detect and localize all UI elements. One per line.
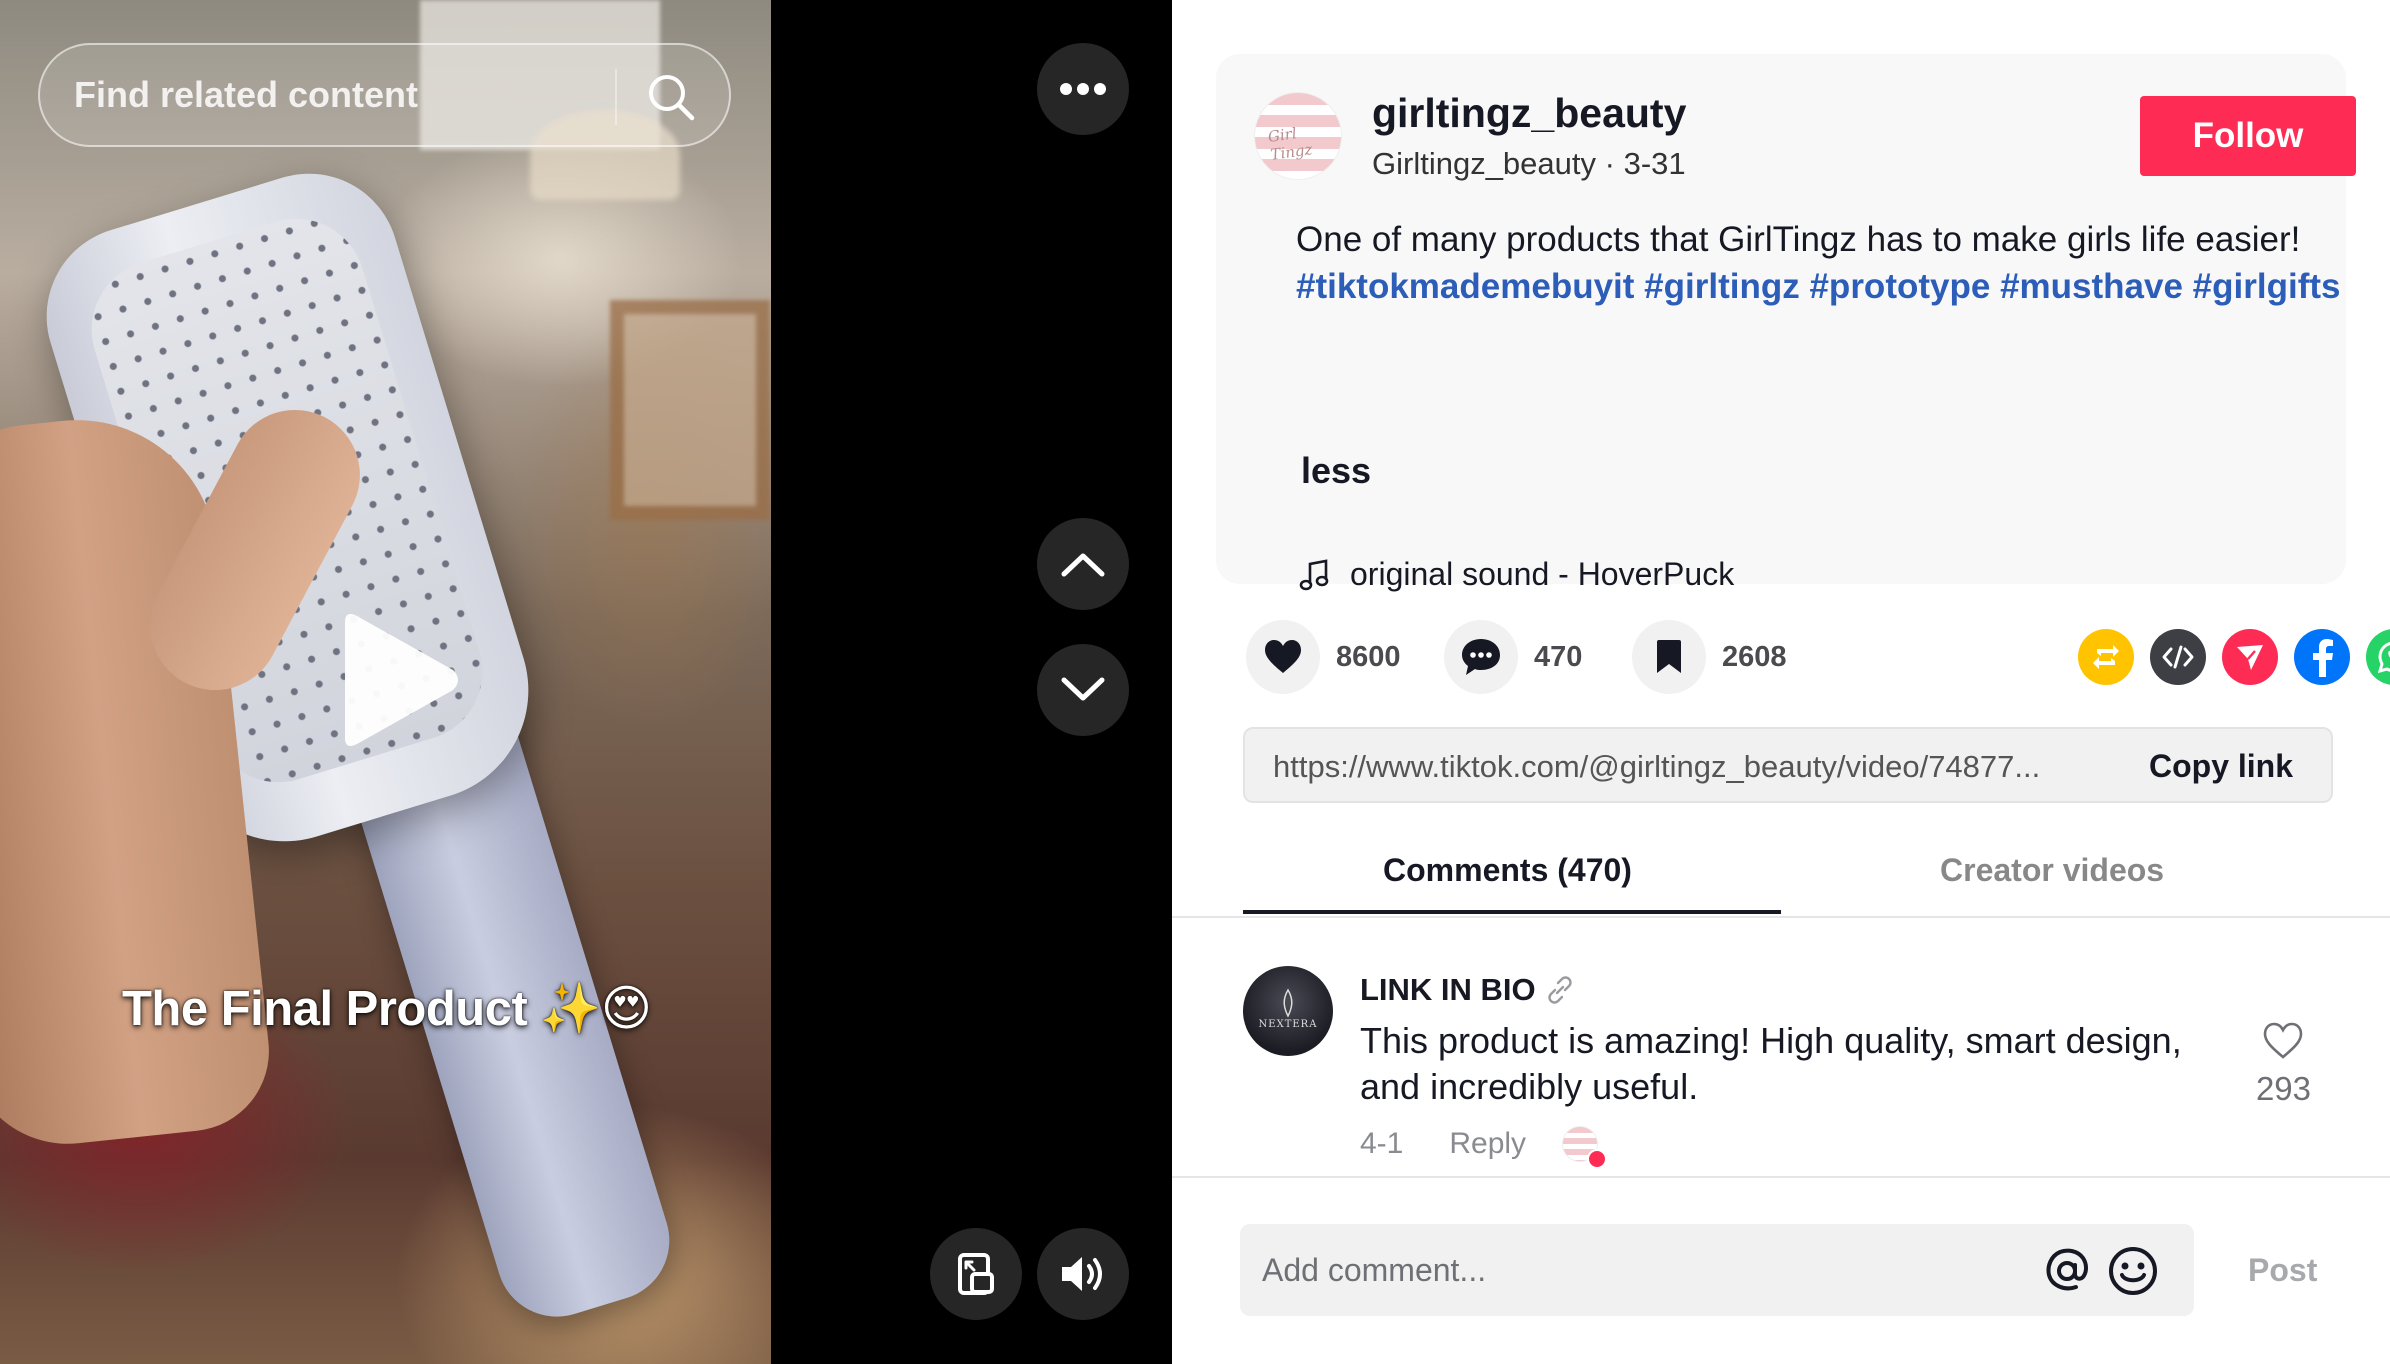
tab-creator-videos[interactable]: Creator videos [1940, 852, 2164, 889]
author-username[interactable]: girltingz_beauty [1372, 90, 1686, 137]
author-nickname: Girltingz_beauty [1372, 146, 1597, 181]
hashtag-link[interactable]: #prototype [1809, 267, 1990, 306]
leaf-logo-icon [1283, 988, 1293, 1018]
divider [1172, 916, 2390, 918]
more-options-button[interactable] [1037, 43, 1129, 135]
repost-icon [2093, 645, 2119, 669]
embed-button[interactable] [2150, 629, 2206, 685]
volume-button[interactable] [1037, 1228, 1129, 1320]
repost-button[interactable] [2078, 629, 2134, 685]
search-divider [615, 69, 617, 125]
comment-icon [1462, 639, 1500, 675]
comment-like-button[interactable]: 293 [2256, 1022, 2311, 1108]
hashtag-link[interactable]: #tiktokmademebuyit [1296, 267, 1634, 306]
hashtag-link[interactable]: #girlgifts [2193, 267, 2341, 306]
share-link-url[interactable]: https://www.tiktok.com/@girltingz_beauty… [1273, 749, 2093, 785]
next-video-button[interactable] [1037, 644, 1129, 736]
bookmark-icon [1657, 640, 1681, 673]
facebook-icon [2313, 639, 2333, 677]
author-avatar[interactable]: Girl Tingz [1254, 92, 1342, 180]
comment-like-count: 293 [2255, 1070, 2311, 1107]
search-icon[interactable] [645, 71, 697, 123]
video-pane: The Final Product ✨😍 Find related conten… [0, 0, 1172, 1364]
heart-badge-icon [1587, 1149, 1608, 1169]
tab-comments[interactable]: Comments (470) [1383, 852, 1632, 889]
facebook-share-button[interactable] [2294, 629, 2350, 685]
video-caption: The Final Product ✨😍 [122, 980, 652, 1037]
comment-count: 470 [1534, 640, 1583, 673]
comment-item: NEXTERA LINK IN BIO This product is amaz… [1243, 966, 2343, 1169]
post-info-card: Girl Tingz girltingz_beauty Girltingz_be… [1216, 54, 2356, 592]
miniplayer-icon [958, 1253, 994, 1295]
like-count: 8600 [1336, 640, 1401, 673]
save-count: 2608 [1722, 640, 1787, 673]
chevron-down-icon [1061, 677, 1105, 701]
link-icon [1547, 976, 1572, 1004]
mention-icon[interactable] [2040, 1244, 2094, 1298]
post-date: 3-31 [1623, 146, 1686, 181]
comment-action[interactable]: 470 [1444, 620, 1582, 694]
creator-liked-avatar [1562, 1126, 1608, 1169]
commenter-avatar[interactable]: NEXTERA [1243, 966, 1333, 1056]
copy-link-button[interactable]: Copy link [2149, 748, 2293, 785]
embed-icon [2162, 645, 2194, 669]
search-placeholder: Find related content [74, 74, 419, 115]
music-link[interactable]: original sound - HoverPuck [1298, 556, 1734, 593]
comment-input[interactable] [1240, 1224, 2000, 1316]
share-link-box: https://www.tiktok.com/@girltingz_beauty… [1243, 727, 2333, 803]
post-description: One of many products that GirlTingz has … [1296, 216, 2346, 310]
hashtag-link[interactable]: #girltingz [1644, 267, 1800, 306]
play-icon[interactable] [325, 610, 465, 750]
previous-video-button[interactable] [1037, 518, 1129, 610]
comment-meta: 4-1 Reply [1360, 1126, 1608, 1169]
search-box[interactable]: Find related content [38, 43, 731, 147]
music-note-icon [1299, 558, 1329, 590]
commenter-avatar-label: NEXTERA [1258, 1018, 1318, 1030]
whatsapp-icon [2377, 642, 2390, 674]
divider [1172, 1176, 2390, 1178]
video-player[interactable]: The Final Product ✨😍 Find related conten… [0, 0, 771, 1364]
active-tab-indicator [1243, 910, 1781, 914]
comment-date: 4-1 [1360, 1127, 1404, 1160]
volume-icon [1062, 1257, 1102, 1291]
follow-button[interactable]: Follow [2140, 96, 2356, 176]
send-icon [2237, 645, 2263, 670]
heart-icon [1265, 640, 1301, 673]
caption-text: The Final Product [122, 982, 528, 1036]
post-comment-button[interactable]: Post [2248, 1252, 2317, 1289]
whatsapp-share-button[interactable] [2366, 629, 2390, 685]
description-text: One of many products that GirlTingz has … [1296, 220, 2301, 259]
background-picture-frame [610, 300, 770, 520]
miniplayer-button[interactable] [930, 1228, 1022, 1320]
heart-outline-icon [2264, 1022, 2303, 1059]
author-subline: Girltingz_beauty · 3-31 [1372, 146, 1686, 182]
send-to-friends-button[interactable] [2222, 629, 2278, 685]
chevron-up-icon [1061, 553, 1105, 577]
less-toggle[interactable]: less [1301, 450, 1371, 492]
comment-composer [1240, 1224, 2194, 1316]
tabs-bar: Comments (470) Creator videos [1243, 840, 2323, 916]
comment-text: This product is amazing! High quality, s… [1360, 1020, 2182, 1107]
details-pane: Girl Tingz girltingz_beauty Girltingz_be… [1172, 0, 2390, 1364]
hashtag-link[interactable]: #musthave [2000, 267, 2183, 306]
actions-row: 8600 470 2608 [1246, 620, 2390, 696]
commenter-name-text: LINK IN BIO [1360, 972, 1536, 1007]
save-action[interactable]: 2608 [1632, 620, 1787, 694]
reply-button[interactable]: Reply [1449, 1127, 1526, 1161]
meta-separator: · [1604, 146, 1624, 181]
caption-emoji: ✨😍 [540, 980, 652, 1037]
like-action[interactable]: 8600 [1246, 620, 1401, 694]
music-title: original sound - HoverPuck [1350, 556, 1735, 592]
more-icon [1060, 83, 1106, 95]
commenter-username[interactable]: LINK IN BIO [1360, 972, 1576, 1008]
emoji-icon[interactable] [2106, 1244, 2160, 1298]
